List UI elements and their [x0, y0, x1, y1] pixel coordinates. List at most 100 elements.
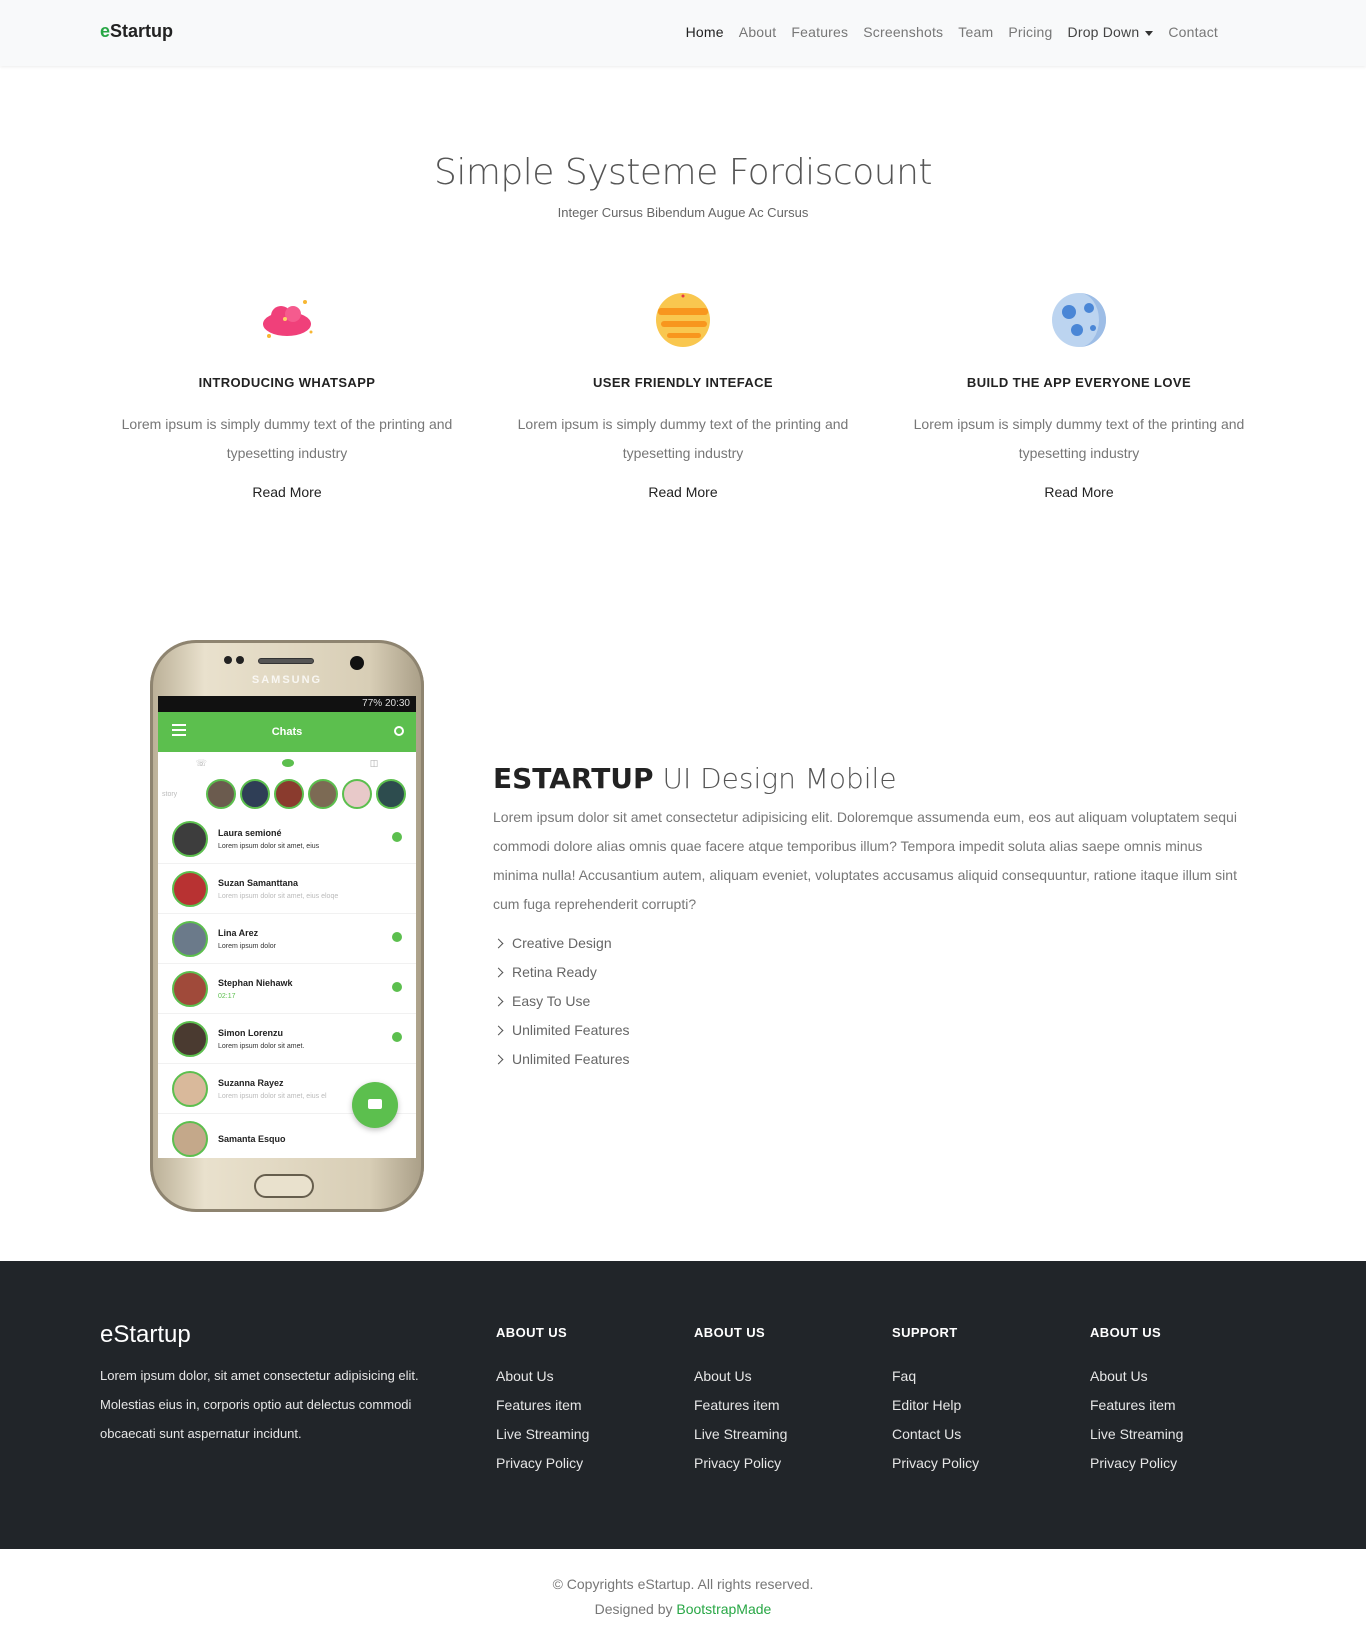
footer-link[interactable]: Privacy Policy: [892, 1449, 1072, 1478]
chat-name: Simon Lorenzu: [218, 1027, 283, 1038]
feature-text: Lorem ipsum is simply dummy text of the …: [517, 416, 849, 461]
app-title: Chats: [271, 726, 303, 738]
phone-icon: ☏: [195, 757, 207, 768]
nav-screenshots[interactable]: Screenshots: [863, 24, 943, 40]
footer-column: ABOUT US About Us Features item Live Str…: [496, 1325, 676, 1478]
navbar: eStartup Home About Features Screenshots…: [0, 0, 1366, 66]
footer-link[interactable]: About Us: [694, 1362, 874, 1391]
footer-link[interactable]: Live Streaming: [496, 1420, 676, 1449]
nav-about[interactable]: About: [739, 24, 777, 40]
chevron-right-icon: [493, 1054, 504, 1065]
phone-screen: 77% 20:30 Chats ☏ ◫ story Laura semioné …: [158, 696, 416, 1158]
footer-link[interactable]: Privacy Policy: [496, 1449, 676, 1478]
camera-tab-icon: ◫: [369, 757, 379, 768]
footer-column: SUPPORT Faq Editor Help Contact Us Priva…: [892, 1325, 1072, 1478]
avatar: [172, 1070, 208, 1107]
chevron-right-icon: [493, 996, 504, 1007]
brand-logo[interactable]: eStartup: [100, 21, 173, 42]
unread-badge: [392, 1032, 402, 1042]
read-more-link[interactable]: Read More: [252, 484, 321, 500]
chat-name: Suzan Samanttana: [218, 877, 299, 888]
app-header: Chats: [158, 712, 416, 752]
read-more-link[interactable]: Read More: [1044, 484, 1113, 500]
footer-link[interactable]: About Us: [496, 1362, 676, 1391]
footer-link[interactable]: Live Streaming: [1090, 1420, 1270, 1449]
caret-down-icon: [1145, 30, 1154, 36]
footer-link[interactable]: Features item: [496, 1391, 676, 1420]
feature-text: Lorem ipsum is simply dummy text of the …: [913, 416, 1245, 461]
chat-name: Samanta Esquo: [218, 1133, 286, 1144]
footer-link[interactable]: Live Streaming: [694, 1420, 874, 1449]
avatar: [172, 820, 208, 857]
nav-features[interactable]: Features: [791, 24, 848, 40]
chat-row: Suzan Samanttana Lorem ipsum dolor sit am…: [158, 864, 416, 914]
unread-badge: [392, 932, 402, 942]
unread-badge: [392, 832, 402, 842]
stories-label: story: [162, 790, 178, 798]
footer-description: Lorem ipsum dolor, sit amet consectetur …: [100, 1368, 419, 1441]
footer-column: ABOUT US About Us Features item Live Str…: [1090, 1325, 1270, 1478]
avatar: [172, 1020, 208, 1057]
chevron-right-icon: [493, 967, 504, 978]
footer-link[interactable]: About Us: [1090, 1362, 1270, 1391]
hero-title: Simple Systeme Fordiscount: [434, 152, 933, 193]
footer-link[interactable]: Privacy Policy: [694, 1449, 874, 1478]
chat-row: Stephan Niehawk 02:17: [158, 964, 416, 1014]
nav-home[interactable]: Home: [686, 24, 724, 40]
footer-column-title: ABOUT US: [1090, 1325, 1162, 1340]
footer-link[interactable]: Editor Help: [892, 1391, 1072, 1420]
footer-link[interactable]: Contact Us: [892, 1420, 1072, 1449]
read-more-link[interactable]: Read More: [648, 484, 717, 500]
hero-subtitle: Integer Cursus Bibendum Augue Ac Cursus: [557, 205, 809, 220]
list-item: Retina Ready: [493, 958, 1243, 987]
planet-icon: [503, 290, 863, 350]
footer-column-title: SUPPORT: [892, 1325, 958, 1340]
chat-message: Lorem ipsum dolor sit amet, eius: [218, 842, 320, 850]
feature-card: BUILD THE APP EVERYONE LOVE Lorem ipsum …: [899, 290, 1259, 502]
chat-message: Lorem ipsum dolor: [218, 942, 276, 950]
footer-link[interactable]: Features item: [694, 1391, 874, 1420]
story-avatar: [308, 779, 338, 809]
nav-contact[interactable]: Contact: [1168, 24, 1218, 40]
menu-icon: [172, 724, 186, 726]
home-button: [254, 1174, 314, 1198]
footer-link[interactable]: Privacy Policy: [1090, 1449, 1270, 1478]
feature-list: Creative Design Retina Ready Easy To Use…: [493, 929, 1243, 1074]
footer-column: ABOUT US About Us Features item Live Str…: [694, 1325, 874, 1478]
phone-brand: SAMSUNG: [251, 674, 323, 686]
nav-pricing[interactable]: Pricing: [1008, 24, 1052, 40]
about-text: Lorem ipsum dolor sit amet consectetur a…: [493, 809, 1237, 912]
sensor-dots: [224, 656, 244, 664]
story-avatar: [274, 779, 304, 809]
phone-mockup: SAMSUNG 77% 20:30 Chats ☏ ◫ story Laura …: [148, 638, 428, 1218]
footer: eStartup Lorem ipsum dolor, sit amet con…: [0, 1261, 1366, 1549]
footer-column-title: ABOUT US: [694, 1325, 766, 1340]
footer-link[interactable]: Faq: [892, 1362, 1072, 1391]
avatar: [172, 1120, 208, 1157]
nav-dropdown[interactable]: Drop Down: [1068, 24, 1154, 40]
phone-speaker: [258, 658, 314, 664]
nav-team[interactable]: Team: [958, 24, 993, 40]
chat-message: Lorem ipsum dolor sit amet, eius eloqe: [218, 892, 339, 900]
camera-icon: [350, 656, 364, 670]
designer-link[interactable]: BootstrapMade: [676, 1601, 771, 1617]
feature-card: INTRODUCING WHATSAPP Lorem ipsum is simp…: [107, 290, 467, 502]
list-item: Easy To Use: [493, 987, 1243, 1016]
avatar: [172, 870, 208, 907]
chat-icon: [282, 759, 295, 767]
chat-message: 02:17: [218, 992, 236, 1000]
chat-row: Laura semioné Lorem ipsum dolor sit amet,…: [158, 814, 416, 864]
copyright-text: © Copyrights eStartup. All rights reserv…: [552, 1576, 814, 1592]
chevron-right-icon: [493, 1025, 504, 1036]
new-chat-button[interactable]: [352, 1082, 398, 1128]
avatar: [172, 970, 208, 1007]
story-avatar: [342, 779, 372, 809]
copyright: © Copyrights eStartup. All rights reserv…: [0, 1572, 1366, 1622]
footer-link[interactable]: Features item: [1090, 1391, 1270, 1420]
feature-card: USER FRIENDLY INTEFACE Lorem ipsum is si…: [503, 290, 863, 502]
chat-name: Suzanna Rayez: [218, 1077, 284, 1088]
story-avatar: [240, 779, 270, 809]
chat-message: Lorem ipsum dolor sit amet, eius el: [218, 1092, 327, 1100]
story-avatar: [206, 779, 236, 809]
status-bar: 77% 20:30: [158, 696, 416, 712]
